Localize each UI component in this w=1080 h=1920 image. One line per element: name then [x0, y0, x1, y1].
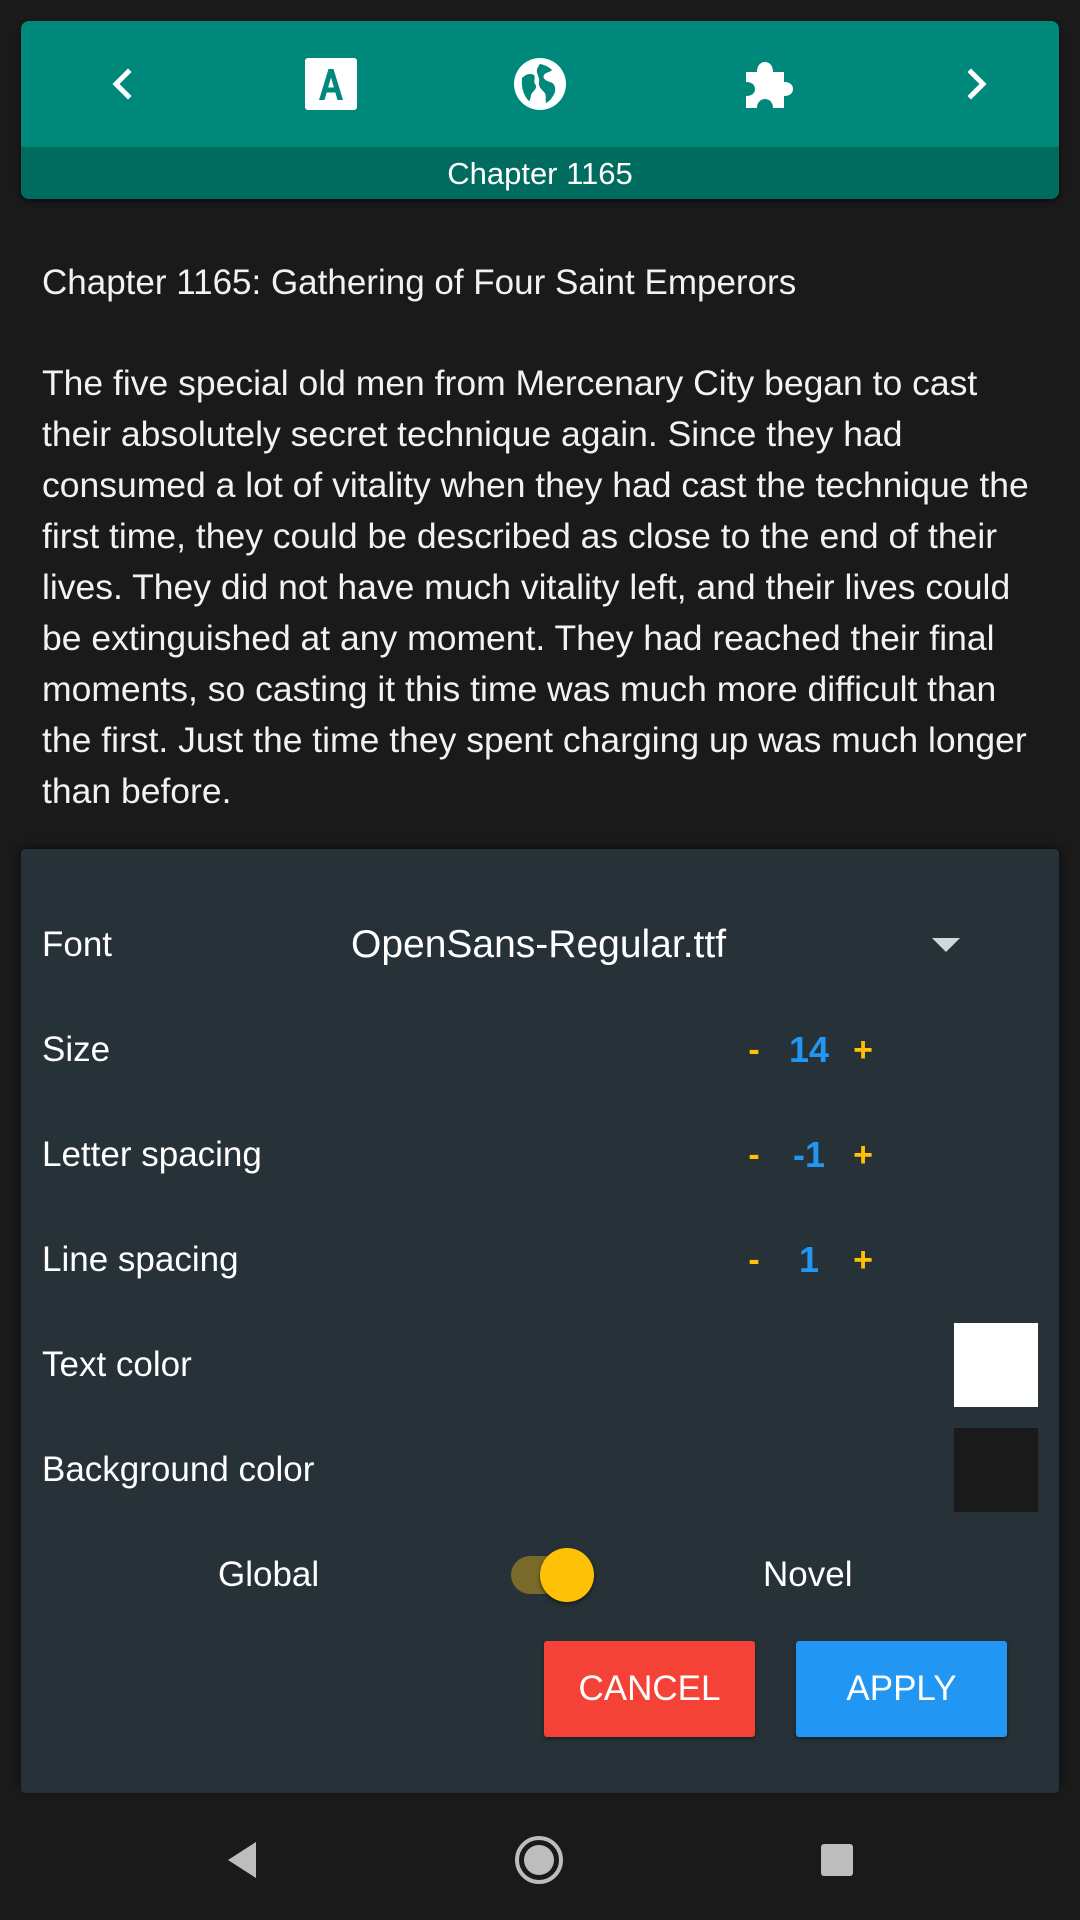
dropdown-arrow-icon[interactable]	[932, 938, 960, 952]
scope-toggle-thumb[interactable]	[540, 1548, 594, 1602]
letter-spacing-value: -1	[792, 1134, 825, 1175]
size-decrease-button[interactable]: -	[729, 1015, 779, 1085]
chevron-left-icon	[112, 68, 132, 100]
line-spacing-label: Line spacing	[42, 1240, 239, 1279]
letter-spacing-increase-button[interactable]: +	[838, 1120, 888, 1190]
letter-spacing-decrease-button[interactable]: -	[729, 1120, 779, 1190]
recents-square-icon	[821, 1844, 853, 1876]
font-icon	[305, 58, 357, 110]
font-settings-button[interactable]	[301, 54, 361, 114]
extensions-button[interactable]	[738, 54, 798, 114]
translate-button[interactable]	[510, 54, 570, 114]
chapter-title: Chapter 1165: Gathering of Four Saint Em…	[42, 263, 797, 302]
line-spacing-decrease-button[interactable]: -	[729, 1225, 779, 1295]
chapter-content: Chapter 1165: Gathering of Four Saint Em…	[42, 260, 1042, 817]
back-triangle-icon	[228, 1842, 256, 1878]
line-spacing-row: Line spacing - 1 +	[42, 1225, 1012, 1295]
global-label: Global	[218, 1555, 320, 1594]
background-color-row: Background color	[42, 1428, 1038, 1512]
font-row: Font OpenSans-Regular.ttf	[42, 910, 1012, 980]
size-row: Size - 14 +	[42, 1015, 1012, 1085]
nav-home-button[interactable]	[511, 1832, 567, 1888]
chapter-paragraph: The five special old men from Mercenary …	[42, 363, 1029, 811]
size-label: Size	[42, 1030, 111, 1069]
font-label: Font	[42, 925, 113, 964]
toolbar-actions	[21, 21, 1059, 147]
background-color-swatch[interactable]	[954, 1428, 1038, 1512]
size-value: 14	[788, 1029, 830, 1070]
text-color-label: Text color	[42, 1345, 192, 1384]
chapter-indicator: Chapter 1165	[21, 147, 1059, 199]
text-color-row: Text color	[42, 1323, 1038, 1407]
home-circle-icon	[515, 1836, 563, 1884]
cancel-button[interactable]: CANCEL	[544, 1641, 755, 1737]
globe-icon	[514, 58, 566, 110]
letter-spacing-row: Letter spacing - -1 +	[42, 1120, 1012, 1190]
previous-chapter-button[interactable]	[93, 54, 153, 114]
chevron-right-icon	[967, 68, 987, 100]
nav-recents-button[interactable]	[809, 1832, 865, 1888]
puzzle-icon	[746, 62, 793, 108]
system-nav-bar	[0, 1800, 1080, 1920]
font-select[interactable]: OpenSans-Regular.ttf	[351, 910, 726, 980]
reader-toolbar: Chapter 1165	[21, 21, 1059, 199]
letter-spacing-label: Letter spacing	[42, 1135, 262, 1174]
background-color-label: Background color	[42, 1450, 315, 1489]
nav-back-button[interactable]	[214, 1832, 270, 1888]
text-color-swatch[interactable]	[954, 1323, 1038, 1407]
novel-label: Novel	[763, 1555, 853, 1594]
next-chapter-button[interactable]	[946, 54, 1006, 114]
size-increase-button[interactable]: +	[838, 1015, 888, 1085]
line-spacing-increase-button[interactable]: +	[838, 1225, 888, 1295]
apply-button[interactable]: APPLY	[796, 1641, 1007, 1737]
line-spacing-value: 1	[798, 1239, 820, 1280]
